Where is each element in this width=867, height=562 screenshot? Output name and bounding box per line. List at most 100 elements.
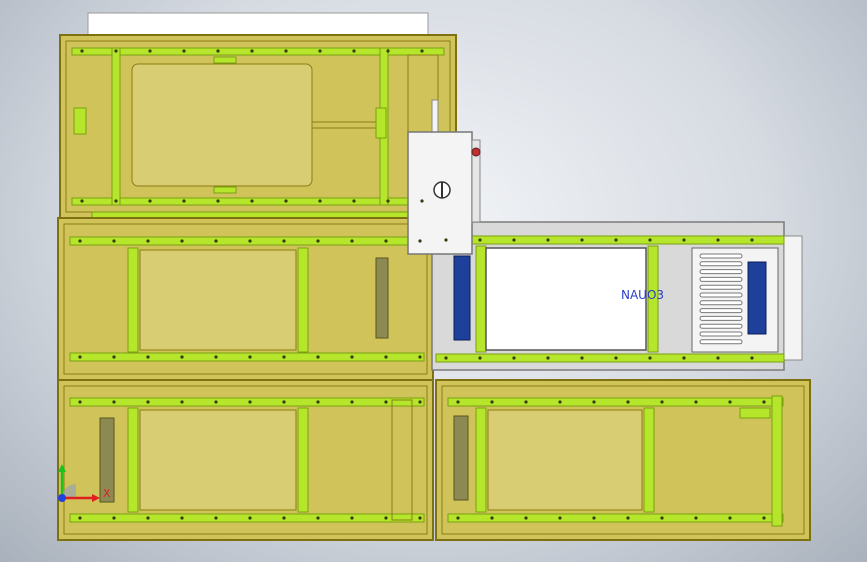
- bolt-head: [78, 400, 82, 404]
- bolt-head: [250, 199, 254, 203]
- bolt-head: [148, 49, 152, 53]
- machine-housing[interactable]: NAUO3: [431, 221, 803, 371]
- bolt-head: [420, 199, 424, 203]
- bolt-head: [316, 239, 320, 243]
- vent-slot: [699, 269, 743, 275]
- bolt-head: [444, 238, 448, 242]
- bolt-head: [114, 49, 118, 53]
- bolt-head: [558, 400, 562, 404]
- bolt-head: [146, 239, 150, 243]
- bolt-head: [318, 49, 322, 53]
- bolt-head: [728, 400, 732, 404]
- bolt-head: [180, 400, 184, 404]
- bolt-head: [350, 239, 354, 243]
- bolt-head: [626, 400, 630, 404]
- bolt-head: [420, 49, 424, 53]
- bolt-head: [282, 516, 286, 520]
- bolt-head: [182, 49, 186, 53]
- bolt-head: [728, 516, 732, 520]
- bolt-head: [350, 400, 354, 404]
- bolt-head: [80, 199, 84, 203]
- left-handle[interactable]: [453, 255, 471, 341]
- bolt-head: [762, 400, 766, 404]
- bolt-head: [478, 356, 482, 360]
- bottom-left-enclosure[interactable]: [57, 379, 434, 541]
- bolt-head: [614, 238, 618, 242]
- vent-slot: [699, 292, 743, 298]
- vent-slot: [699, 331, 743, 337]
- bolt-head: [384, 239, 388, 243]
- vent-slot: [699, 315, 743, 321]
- bolt-head: [490, 400, 494, 404]
- bolt-head: [282, 239, 286, 243]
- vent-slot: [699, 323, 743, 329]
- bolt-head: [214, 400, 218, 404]
- bolt-head: [316, 400, 320, 404]
- bolt-head: [316, 516, 320, 520]
- bolt-head: [282, 400, 286, 404]
- bolt-head: [660, 400, 664, 404]
- bolt-head: [694, 516, 698, 520]
- bolt-head: [350, 355, 354, 359]
- bolt-head: [592, 516, 596, 520]
- bolt-head: [250, 49, 254, 53]
- bolt-head: [148, 199, 152, 203]
- bolt-head: [216, 49, 220, 53]
- bolt-head: [214, 239, 218, 243]
- bolt-head: [282, 355, 286, 359]
- bolt-head: [214, 516, 218, 520]
- bolt-head: [418, 400, 422, 404]
- bolt-head: [524, 400, 528, 404]
- bolt-head: [112, 239, 116, 243]
- bolt-head: [682, 356, 686, 360]
- bolt-head: [112, 355, 116, 359]
- bolt-head: [592, 400, 596, 404]
- cad-viewport[interactable]: NAUO3 X: [0, 0, 867, 562]
- bolt-head: [444, 356, 448, 360]
- x-axis-label: X: [103, 487, 111, 500]
- bolt-head: [146, 400, 150, 404]
- bolt-head: [626, 516, 630, 520]
- bolt-head: [182, 199, 186, 203]
- bolt-head: [694, 400, 698, 404]
- bolt-head: [114, 199, 118, 203]
- bolt-head: [750, 238, 754, 242]
- bolt-head: [318, 199, 322, 203]
- bolt-head: [316, 355, 320, 359]
- bolt-head: [216, 199, 220, 203]
- bolt-head: [78, 355, 82, 359]
- bolt-head: [716, 238, 720, 242]
- bolt-head: [146, 516, 150, 520]
- bolt-head: [418, 239, 422, 243]
- bolt-head: [248, 400, 252, 404]
- vent-slot: [699, 261, 743, 267]
- bolt-head: [384, 516, 388, 520]
- bolt-head: [648, 238, 652, 242]
- bolt-head: [248, 239, 252, 243]
- bolt-head: [580, 238, 584, 242]
- bolt-head: [512, 356, 516, 360]
- vent-slot: [699, 284, 743, 290]
- right-handle[interactable]: [747, 261, 767, 335]
- bolt-head: [352, 49, 356, 53]
- vent-slot: [699, 253, 743, 259]
- indicator-light-icon: [471, 147, 481, 157]
- vent-slot: [699, 308, 743, 314]
- bolt-head: [750, 356, 754, 360]
- bolt-head: [180, 239, 184, 243]
- bolt-head: [384, 400, 388, 404]
- bolt-head: [456, 516, 460, 520]
- bolt-head: [284, 199, 288, 203]
- bolt-head: [418, 355, 422, 359]
- bolt-head: [418, 516, 422, 520]
- bolt-head: [546, 356, 550, 360]
- bottom-right-enclosure[interactable]: [435, 379, 811, 541]
- top-enclosure[interactable]: [59, 34, 457, 219]
- bolt-head: [648, 356, 652, 360]
- bolt-head: [146, 355, 150, 359]
- bolt-head: [478, 238, 482, 242]
- bolt-head: [524, 516, 528, 520]
- bolt-head: [214, 355, 218, 359]
- part-label: NAUO3: [621, 288, 664, 302]
- bolt-head: [78, 239, 82, 243]
